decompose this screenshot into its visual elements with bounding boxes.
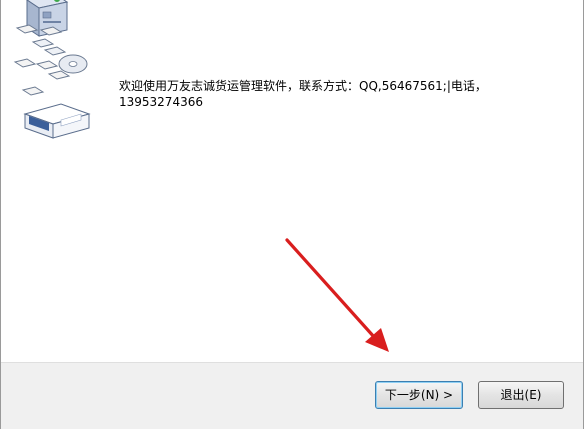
wizard-content: 欢迎使用万友志诚货运管理软件，联系方式：QQ,56467561;|电话， 139… <box>1 0 583 362</box>
button-bar: 下一步(N) > 退出(E) <box>1 362 583 429</box>
exit-button[interactable]: 退出(E) <box>478 381 564 409</box>
welcome-message: 欢迎使用万友志诚货运管理软件，联系方式：QQ,56467561;|电话， 139… <box>119 79 487 109</box>
next-button[interactable]: 下一步(N) > <box>375 381 463 409</box>
installer-window: 欢迎使用万友志诚货运管理软件，联系方式：QQ,56467561;|电话， 139… <box>0 0 584 429</box>
red-arrow-icon <box>285 238 389 352</box>
computer-with-disks-icon <box>13 0 91 139</box>
